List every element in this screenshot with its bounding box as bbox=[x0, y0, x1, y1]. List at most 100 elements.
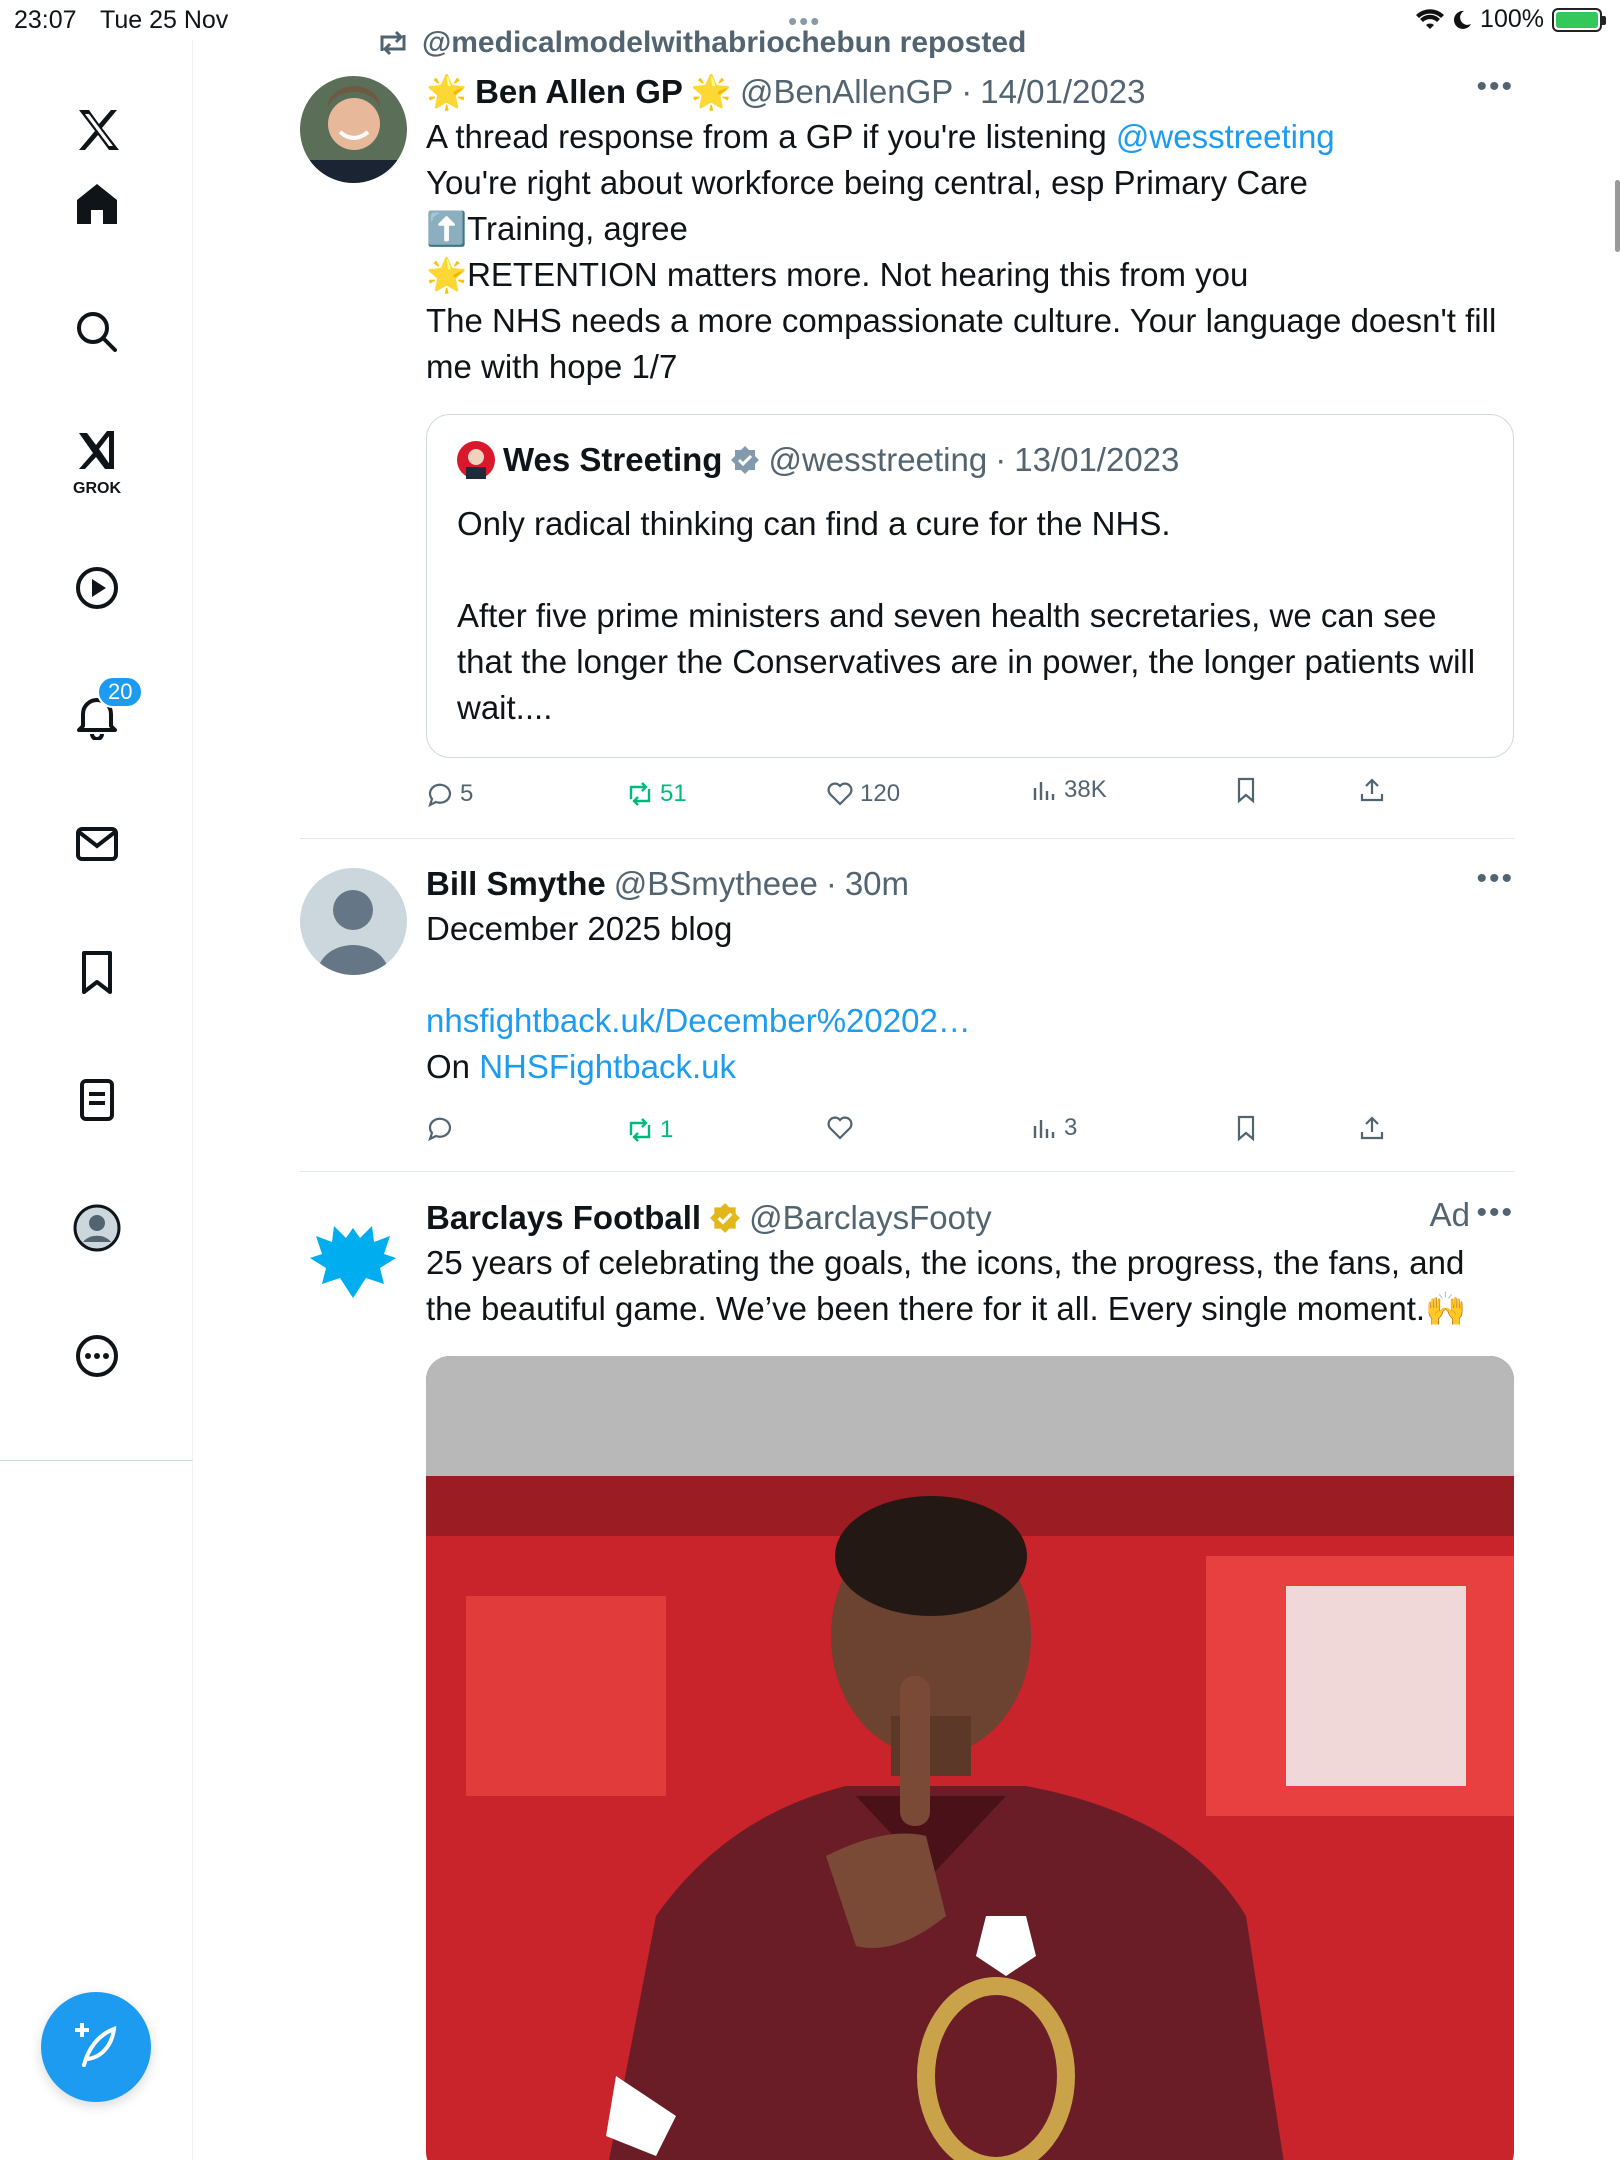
bookmark-icon bbox=[1237, 777, 1255, 804]
more-options-icon[interactable]: ••• bbox=[1476, 1196, 1514, 1230]
heart-icon bbox=[827, 1116, 853, 1140]
name-emoji: 🌟 bbox=[690, 72, 733, 110]
notifications-badge: 20 bbox=[97, 676, 144, 708]
bookmark-button[interactable] bbox=[1232, 776, 1260, 804]
reply-button[interactable]: 5 bbox=[426, 780, 473, 808]
views-button[interactable]: 38K bbox=[1030, 776, 1107, 804]
like-count: 120 bbox=[860, 780, 901, 807]
verified-badge-icon bbox=[731, 446, 760, 474]
reply-button[interactable] bbox=[426, 1114, 460, 1142]
tweet-divider bbox=[300, 1171, 1514, 1172]
quote-time: 13/01/2023 bbox=[1014, 441, 1180, 478]
share-icon bbox=[1360, 1116, 1384, 1140]
bookmark-icon bbox=[1237, 1115, 1255, 1142]
status-date: Tue 25 Nov bbox=[100, 6, 229, 34]
bookmark-button[interactable] bbox=[1232, 1114, 1260, 1142]
tweet-header: Bill Smythe @BSmytheee · 30m bbox=[426, 865, 910, 903]
profile-avatar-icon[interactable] bbox=[57, 1188, 137, 1268]
messages-envelope-icon[interactable] bbox=[57, 804, 137, 884]
repost-icon bbox=[380, 30, 406, 56]
wifi-icon bbox=[1416, 8, 1445, 29]
more-options-icon[interactable] bbox=[57, 1316, 137, 1396]
video-play-icon[interactable] bbox=[57, 548, 137, 628]
tweet-text: December 2025 blog bbox=[426, 910, 733, 947]
tweet-text: A thread response from a GP if you're li… bbox=[426, 118, 1497, 385]
repost-count: 51 bbox=[660, 780, 687, 807]
promoted-tweet[interactable]: Barclays Football @BarclaysFooty Ad ••• … bbox=[300, 1196, 1514, 2160]
verified-gold-badge-icon bbox=[710, 1203, 741, 1233]
tweet-header: Barclays Football @BarclaysFooty bbox=[426, 1196, 1514, 1240]
views-chart-icon bbox=[1033, 1120, 1055, 1138]
moon-icon bbox=[1454, 10, 1472, 29]
quoted-tweet[interactable]: Wes Streeting @wesstreeting · 13/01/2023… bbox=[426, 414, 1514, 758]
compose-post-button[interactable] bbox=[41, 1992, 151, 2102]
ad-label: Ad bbox=[1429, 1196, 1470, 1233]
like-button[interactable]: 120 bbox=[826, 780, 900, 808]
search-icon[interactable] bbox=[57, 292, 137, 372]
site-link[interactable]: NHSFightback.uk bbox=[479, 1048, 736, 1085]
tweet-time[interactable]: 14/01/2023 bbox=[980, 73, 1145, 111]
tweet-text: 25 years of celebrating the goals, the i… bbox=[426, 1244, 1474, 1327]
status-indicators: 100% bbox=[1416, 5, 1606, 34]
repost-indicator: @medicalmodelwithabriochebun reposted bbox=[376, 26, 1026, 60]
tweet-time[interactable]: 30m bbox=[845, 865, 909, 903]
quote-text: Only radical thinking can find a cure fo… bbox=[457, 505, 1476, 726]
notifications-bell-icon[interactable]: 20 bbox=[57, 676, 144, 756]
bookmarks-icon[interactable] bbox=[57, 932, 137, 1012]
author-name[interactable]: Bill Smythe bbox=[426, 865, 606, 903]
x-logo-icon[interactable] bbox=[57, 90, 137, 170]
home-icon[interactable] bbox=[57, 164, 137, 244]
tweet-divider bbox=[300, 838, 1514, 839]
quote-author-handle[interactable]: @wesstreeting bbox=[768, 441, 987, 479]
author-handle[interactable]: @BarclaysFooty bbox=[749, 1199, 992, 1237]
avatar[interactable] bbox=[300, 76, 407, 183]
share-button[interactable] bbox=[1358, 776, 1386, 804]
reply-icon bbox=[428, 1117, 452, 1142]
tweet-source-line: On NHSFightback.uk bbox=[426, 1048, 736, 1085]
tweet-actions: 1 3 bbox=[426, 1114, 1514, 1154]
repost-button[interactable]: 51 bbox=[626, 780, 687, 808]
tweet-actions: 5 51 120 38K bbox=[426, 776, 1514, 820]
quote-author-name[interactable]: Wes Streeting bbox=[503, 441, 722, 479]
lists-icon[interactable] bbox=[57, 1060, 137, 1140]
grok-icon[interactable]: GROK bbox=[57, 420, 137, 500]
repost-count: 1 bbox=[660, 1116, 674, 1143]
status-time: 23:07 bbox=[14, 6, 77, 34]
tweet-link-line: nhsfightback.uk/December%20202… bbox=[426, 998, 1514, 1044]
heart-icon bbox=[827, 782, 853, 806]
author-handle[interactable]: @BSmytheee bbox=[614, 865, 818, 903]
like-button[interactable] bbox=[826, 1114, 860, 1142]
views-count: 3 bbox=[1064, 1114, 1078, 1141]
blog-link[interactable]: nhsfightback.uk/December%20202… bbox=[426, 1002, 971, 1039]
battery-percent: 100% bbox=[1480, 5, 1544, 33]
default-avatar[interactable] bbox=[300, 868, 407, 975]
repost-button[interactable]: 1 bbox=[626, 1116, 673, 1144]
reply-count: 5 bbox=[460, 780, 474, 807]
sidebar: GROK 20 bbox=[0, 40, 193, 2160]
views-count: 38K bbox=[1064, 776, 1107, 803]
more-options-icon[interactable]: ••• bbox=[1476, 862, 1514, 896]
ad-media-image[interactable] bbox=[426, 1356, 1514, 2160]
views-button[interactable]: 3 bbox=[1030, 1114, 1077, 1142]
tweet[interactable]: Bill Smythe @BSmytheee · 30m ••• Decembe… bbox=[300, 862, 1514, 1162]
share-icon bbox=[1360, 778, 1384, 802]
author-name[interactable]: Barclays Football bbox=[426, 1199, 701, 1237]
battery-icon bbox=[1552, 7, 1606, 32]
mention-link[interactable]: @wesstreeting bbox=[1116, 118, 1335, 155]
share-button[interactable] bbox=[1358, 1114, 1386, 1142]
author-handle[interactable]: @BenAllenGP bbox=[740, 73, 953, 111]
quote-header: Wes Streeting @wesstreeting · 13/01/2023 bbox=[457, 441, 1179, 479]
repost-text: @medicalmodelwithabriochebun reposted bbox=[422, 26, 1027, 59]
barclays-eagle-logo[interactable] bbox=[300, 1208, 407, 1315]
tweet[interactable]: 🌟 Ben Allen GP 🌟 @BenAllenGP · 14/01/202… bbox=[300, 70, 1514, 840]
scrollbar[interactable] bbox=[1615, 180, 1620, 252]
name-emoji: 🌟 bbox=[426, 72, 468, 110]
more-options-icon[interactable]: ••• bbox=[1476, 70, 1514, 104]
compose-feather-icon bbox=[75, 2023, 117, 2067]
repost-icon bbox=[629, 782, 651, 806]
tweet-header: 🌟 Ben Allen GP 🌟 @BenAllenGP · 14/01/202… bbox=[426, 72, 1146, 111]
views-chart-icon bbox=[1033, 782, 1055, 800]
quote-avatar bbox=[457, 441, 495, 479]
repost-icon bbox=[629, 1118, 651, 1142]
author-name[interactable]: Ben Allen GP bbox=[475, 73, 683, 111]
